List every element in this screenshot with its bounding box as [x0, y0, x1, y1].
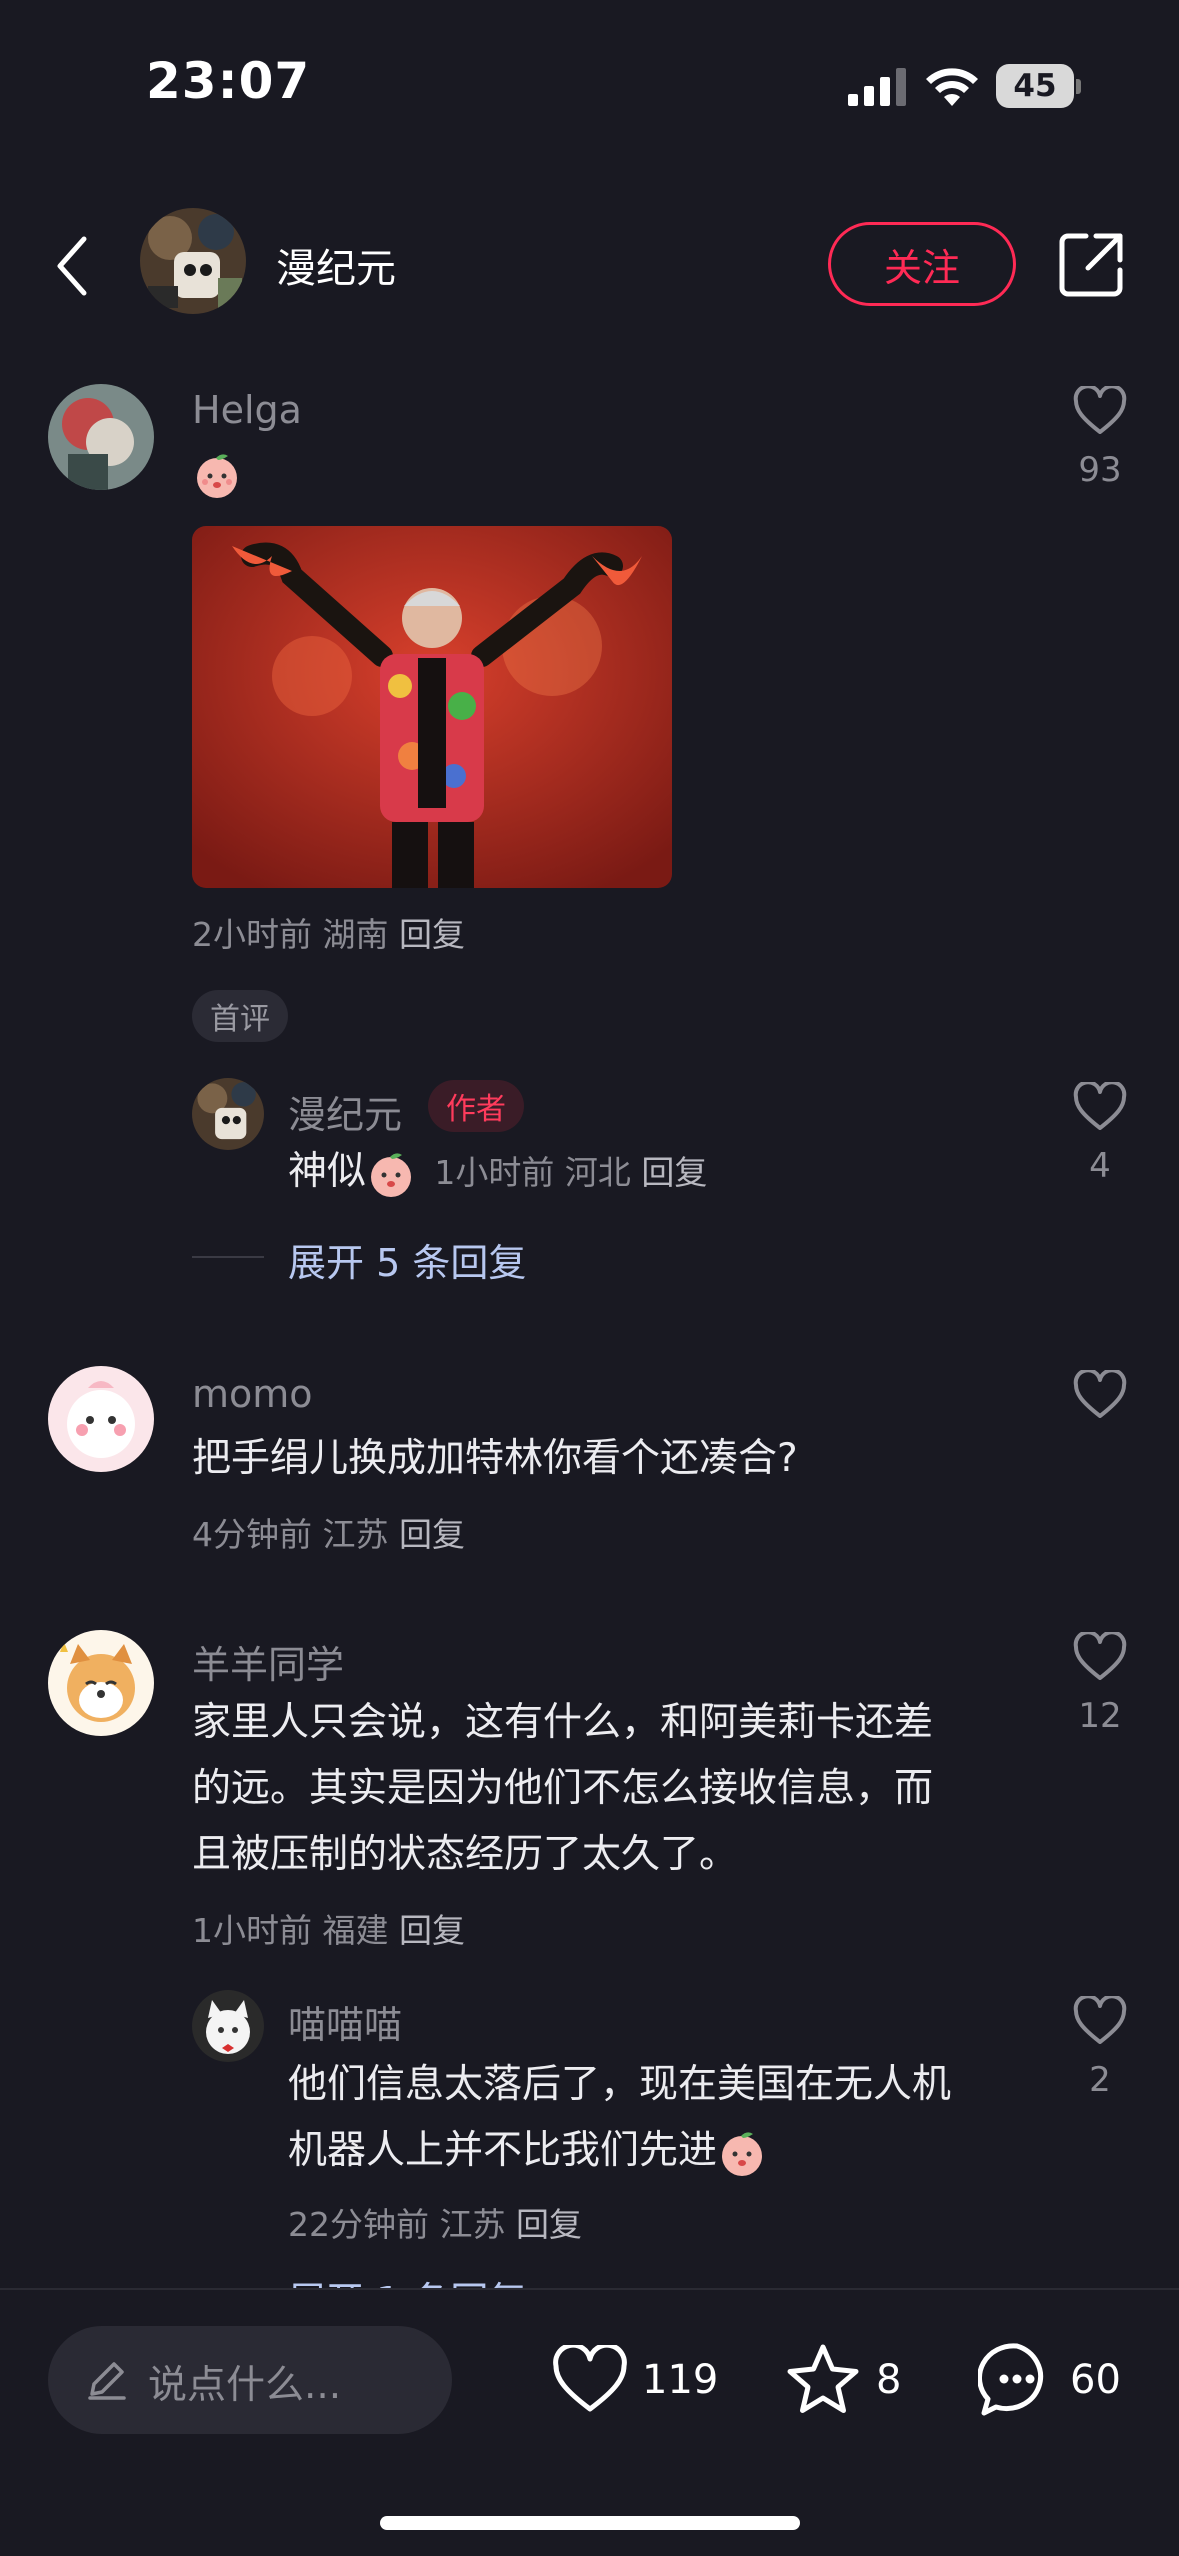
status-bar: 23:07 45 — [0, 0, 1179, 170]
reply-text-line: 机器人上并不比我们先进 — [288, 2128, 718, 2173]
reply-meta: 22分钟前 江苏 回复 — [288, 2198, 582, 2246]
comment-time: 2小时前 — [192, 915, 312, 954]
reply-location: 河北 — [564, 1153, 631, 1192]
pencil-icon — [88, 2362, 126, 2400]
comment-meta: 1小时前 福建 回复 — [192, 1904, 465, 1952]
post-like-button[interactable]: 119 — [552, 2340, 718, 2420]
reply-button[interactable]: 回复 — [399, 1911, 465, 1950]
star-icon — [787, 2344, 859, 2413]
reply-button[interactable]: 回复 — [399, 1515, 465, 1554]
wifi-icon — [926, 68, 978, 106]
heart-icon — [1073, 1082, 1127, 1130]
comment-text: 家里人只会说，这有什么，和阿美莉卡还差 的远。其实是因为他们不怎么接收信息，而 … — [192, 1690, 933, 1888]
comment-image[interactable] — [192, 526, 672, 888]
author-tag: 作者 — [428, 1080, 524, 1132]
reply-user-name[interactable]: 漫纪元 — [288, 1084, 402, 1139]
heart-icon — [1073, 1632, 1127, 1680]
reply-text-line: 他们信息太落后了，现在美国在无人机 — [288, 2062, 952, 2107]
back-button[interactable] — [40, 228, 104, 304]
comment-time: 1小时前 — [192, 1911, 312, 1950]
comment-location: 江苏 — [322, 1515, 389, 1554]
author-name[interactable]: 漫纪元 — [276, 236, 396, 294]
home-indicator — [380, 2516, 800, 2530]
reply-avatar[interactable] — [192, 1078, 264, 1150]
reply-location: 江苏 — [439, 2205, 506, 2244]
comment-text-line: 的远。其实是因为他们不怎么接收信息，而 — [192, 1766, 934, 1811]
like-count: 93 — [1078, 450, 1122, 490]
commenter-name[interactable]: 羊羊同学 — [192, 1634, 344, 1689]
signal-icon — [848, 68, 906, 106]
input-placeholder: 说点什么... — [148, 2363, 342, 2408]
reply-button[interactable]: 回复 — [516, 2205, 582, 2244]
heart-icon — [1073, 1996, 1127, 2044]
comment-like-button[interactable]: 93 — [1060, 386, 1140, 490]
author-avatar[interactable] — [140, 208, 246, 314]
heart-icon — [1073, 1370, 1127, 1418]
reply-like-button[interactable]: 2 — [1060, 1996, 1140, 2100]
status-time: 23:07 — [146, 52, 311, 110]
comment-location: 湖南 — [322, 915, 389, 954]
back-arrow-icon — [57, 236, 87, 296]
favorite-button[interactable]: 8 — [784, 2340, 901, 2420]
heart-icon — [1073, 386, 1127, 434]
battery-level: 45 — [1013, 68, 1057, 104]
commenter-name[interactable]: Helga — [192, 388, 302, 432]
reply-time: 1小时前 — [434, 1153, 555, 1192]
reply-user-name[interactable]: 喵喵喵 — [288, 1994, 402, 2049]
comment-like-button[interactable]: 12 — [1060, 1632, 1140, 1736]
reply-button[interactable]: 回复 — [399, 915, 465, 954]
commenter-avatar[interactable] — [48, 1366, 154, 1472]
comment-text: 把手绢儿换成加特林你看个还凑合? — [192, 1436, 798, 1481]
expand-divider — [192, 1256, 264, 1258]
share-icon[interactable] — [1056, 228, 1128, 300]
like-count: 2 — [1089, 2060, 1111, 2100]
like-count: 4 — [1089, 1146, 1111, 1186]
reply-text-content: 神似 — [288, 1149, 367, 1194]
comment-count: 60 — [1070, 2357, 1121, 2403]
commenter-avatar[interactable] — [48, 1630, 154, 1736]
comment-input[interactable]: 说点什么... — [48, 2326, 452, 2434]
battery-indicator: 45 — [996, 64, 1081, 108]
favorite-count: 8 — [876, 2357, 902, 2403]
peach-emoji-icon — [197, 454, 237, 498]
peach-emoji-icon — [371, 1152, 412, 1197]
expand-replies-button[interactable]: 展开 5 条回复 — [288, 1232, 526, 1287]
like-count: 12 — [1078, 1696, 1122, 1736]
post-like-count: 119 — [642, 2357, 719, 2403]
reply-text: 他们信息太落后了，现在美国在无人机 机器人上并不比我们先进 — [288, 2052, 951, 2184]
comment-button[interactable]: 60 — [978, 2340, 1121, 2420]
reply-avatar[interactable] — [192, 1990, 264, 2062]
comment-text-line: 家里人只会说，这有什么，和阿美莉卡还差 — [192, 1700, 934, 1745]
comment-meta: 2小时前 湖南 回复 — [192, 908, 465, 956]
follow-button[interactable]: 关注 — [828, 222, 1016, 306]
reply-like-button[interactable]: 4 — [1060, 1082, 1140, 1186]
chat-bubble-icon — [978, 2343, 1044, 2416]
comment-text-line: 且被压制的状态经历了太久了。 — [192, 1832, 739, 1877]
commenter-avatar[interactable] — [48, 384, 154, 490]
commenter-name[interactable]: momo — [192, 1372, 313, 1416]
comment-time: 4分钟前 — [192, 1515, 312, 1554]
peach-emoji-icon — [722, 2131, 763, 2176]
reply-time: 22分钟前 — [288, 2205, 429, 2244]
heart-icon — [553, 2345, 627, 2412]
comment-meta: 4分钟前 江苏 回复 — [192, 1508, 465, 1556]
comment-like-button[interactable] — [1060, 1370, 1140, 1420]
reply-text: 神似 1小时前 河北 回复 — [288, 1142, 707, 1203]
comment-location: 福建 — [322, 1911, 389, 1950]
reply-button[interactable]: 回复 — [641, 1153, 707, 1192]
first-comment-badge: 首评 — [192, 990, 288, 1042]
